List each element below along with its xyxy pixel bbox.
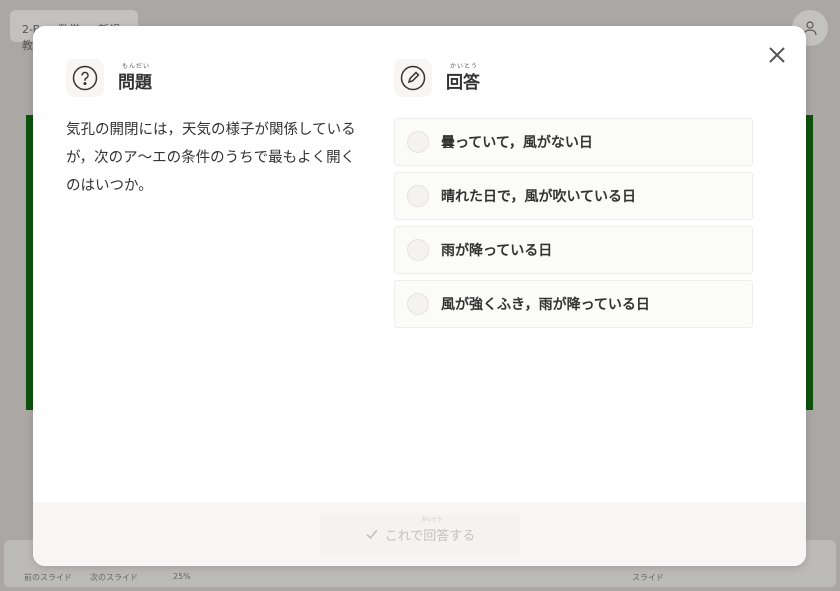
submit-answer-button[interactable]: かいとうこれで回答する [320,514,520,554]
answer-option[interactable]: 風が強くふき，雨が降っている日 [394,280,753,328]
option-label: 晴れた日で，風が吹いている日 [441,189,637,205]
close-icon[interactable] [766,44,788,66]
next-slide-button[interactable]: 次のスライド [90,572,138,583]
answer-option[interactable]: 雨が降っている日 [394,226,753,274]
question-icon [72,65,98,91]
answer-icon-box [394,59,432,97]
zoom-level[interactable]: 25% [173,572,191,581]
check-icon [366,529,378,540]
option-label: 曇っていて，風がない日 [441,135,593,151]
radio-button[interactable] [407,239,429,261]
radio-button[interactable] [407,293,429,315]
submit-label: かいとうこれで回答する [384,517,476,544]
answer-modal: もんだい 問題 気孔の開閉には，天気の様子が関係しているが，次のア〜エの条件のう… [33,26,806,566]
radio-button[interactable] [407,131,429,153]
slides-button[interactable]: スライド [632,572,664,583]
radio-button[interactable] [407,185,429,207]
option-label: 風が強くふき，雨が降っている日 [441,297,650,313]
question-icon-box [66,59,104,97]
submit-text: これで回答する [384,528,476,544]
pencil-icon [400,65,426,91]
submit-ruby: かいとう [421,516,442,523]
answer-title: 回答 [446,73,480,93]
answer-option[interactable]: 曇っていて，風がない日 [394,118,753,166]
option-label: 雨が降っている日 [441,243,553,259]
prev-slide-button[interactable]: 前のスライド [24,572,72,583]
answer-option[interactable]: 晴れた日で，風が吹いている日 [394,172,753,220]
question-text: 気孔の開閉には，天気の様子が関係しているが，次のア〜エの条件のうちで最もよく開く… [66,122,356,194]
question-title: 問題 [118,73,152,93]
